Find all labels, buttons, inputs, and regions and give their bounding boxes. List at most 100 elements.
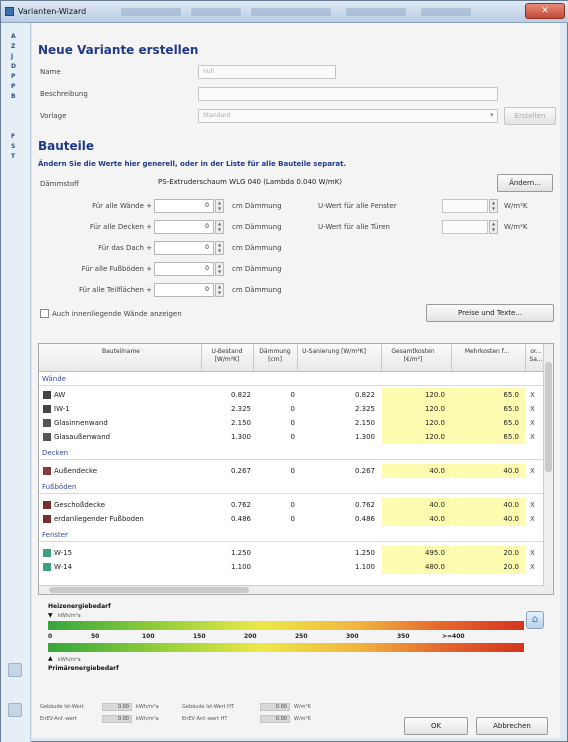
row-x[interactable]: X: [530, 467, 535, 475]
gesamtkosten[interactable]: 120.0: [383, 405, 445, 413]
col-gesamtkosten[interactable]: Gesamtkosten [€/m²]: [383, 348, 443, 364]
close-icon[interactable]: ✕: [525, 3, 565, 19]
aendern-button[interactable]: Ändern...: [497, 174, 553, 192]
mehrkosten[interactable]: 40.0: [453, 501, 519, 509]
ins-value[interactable]: 0: [154, 241, 214, 255]
mehrkosten[interactable]: 65.0: [453, 419, 519, 427]
col-u-bestand[interactable]: U-Bestand [W/m²K]: [203, 348, 251, 364]
group-fussboeden[interactable]: Fußböden: [42, 483, 76, 491]
spinner-arrows-icon[interactable]: ▲ ▼: [215, 241, 224, 255]
bauteil-color-swatch: [43, 405, 51, 413]
ok-button[interactable]: OK: [404, 717, 468, 735]
spinner-arrows-icon[interactable]: ▲ ▼: [489, 199, 498, 213]
daemmung[interactable]: 0: [255, 467, 295, 475]
title-blur: [121, 8, 181, 16]
col-mehrkosten[interactable]: Mehrkosten f...: [453, 348, 521, 356]
gesamtkosten[interactable]: 40.0: [383, 515, 445, 523]
gesamtkosten[interactable]: 480.0: [383, 563, 445, 571]
table-row[interactable]: W-14 1.100 1.100 480.0 20.0 X: [39, 560, 544, 574]
spinner-arrows-icon[interactable]: ▲ ▼: [215, 199, 224, 213]
daemmung[interactable]: 0: [255, 391, 295, 399]
table-row[interactable]: W-15 1.250 1.250 495.0 20.0 X: [39, 546, 544, 560]
u-bestand: 0.762: [230, 501, 251, 509]
row-x[interactable]: X: [530, 405, 535, 413]
group-waende[interactable]: Wände: [42, 375, 66, 383]
mehrkosten[interactable]: 40.0: [453, 515, 519, 523]
spinner-arrows-icon[interactable]: ▲ ▼: [489, 220, 498, 234]
strip-tool-icon[interactable]: [8, 703, 22, 717]
heizenergie-label: Heizenergiebedarf: [48, 603, 111, 610]
scroll-thumb[interactable]: [545, 362, 552, 472]
table-row[interactable]: IW-1 2.325 0 2.325 120.0 65.0 X: [39, 402, 544, 416]
mehrkosten[interactable]: 65.0: [453, 433, 519, 441]
table-row[interactable]: Geschoßdecke 0.762 0 0.762 40.0 40.0 X: [39, 498, 544, 512]
ins-value[interactable]: 0: [154, 199, 214, 213]
group-decken[interactable]: Decken: [42, 449, 68, 457]
ins-value[interactable]: 0: [154, 220, 214, 234]
vorlage-select[interactable]: Standard: [198, 109, 498, 123]
preise-button[interactable]: Preise und Texte...: [426, 304, 554, 322]
col-bauteilname[interactable]: Bauteilname: [43, 348, 199, 356]
gesamtkosten[interactable]: 120.0: [383, 433, 445, 441]
strip-tool-icon[interactable]: [8, 663, 22, 677]
spinner-arrows-icon[interactable]: ▲ ▼: [215, 220, 224, 234]
strip-letter: T: [11, 153, 16, 160]
mehrkosten[interactable]: 20.0: [453, 549, 519, 557]
uwert-tueren-field[interactable]: [442, 220, 488, 234]
horizontal-scrollbar[interactable]: [39, 585, 545, 594]
row-x[interactable]: X: [530, 433, 535, 441]
gesamtkosten[interactable]: 120.0: [383, 391, 445, 399]
table-row[interactable]: Außendecke 0.267 0 0.267 40.0 40.0 X: [39, 464, 544, 478]
daemmung[interactable]: 0: [255, 433, 295, 441]
group-fenster[interactable]: Fenster: [42, 531, 68, 539]
row-x[interactable]: X: [530, 391, 535, 399]
ins-value[interactable]: 0: [154, 283, 214, 297]
innenliegende-checkbox[interactable]: [40, 309, 49, 318]
chevron-down-icon[interactable]: ▾: [490, 111, 494, 119]
gesamtkosten[interactable]: 495.0: [383, 549, 445, 557]
spinner-arrows-icon[interactable]: ▲ ▼: [215, 262, 224, 276]
daemmung[interactable]: 0: [255, 501, 295, 509]
erstellen-button[interactable]: Erstellen: [504, 107, 556, 125]
daemmung[interactable]: 0: [255, 419, 295, 427]
beschreibung-field[interactable]: [198, 87, 498, 101]
u-bestand: 0.267: [230, 467, 251, 475]
gesamtkosten[interactable]: 120.0: [383, 419, 445, 427]
abbrechen-button[interactable]: Abbrechen: [476, 717, 548, 735]
u-bestand: 1.300: [230, 433, 251, 441]
spinner-arrows-icon[interactable]: ▲ ▼: [215, 283, 224, 297]
ins-value[interactable]: 0: [154, 262, 214, 276]
uwert-fenster-field[interactable]: [442, 199, 488, 213]
table-row[interactable]: Glasaußenwand 1.300 0 1.300 120.0 65.0 X: [39, 430, 544, 444]
vertical-scrollbar[interactable]: [543, 344, 553, 594]
daemmung[interactable]: 0: [255, 515, 295, 523]
scale-tick: 50: [91, 633, 100, 640]
mehrkosten[interactable]: 40.0: [453, 467, 519, 475]
mehrkosten[interactable]: 65.0: [453, 391, 519, 399]
building-icon[interactable]: ⌂: [526, 611, 544, 629]
mehrkosten[interactable]: 65.0: [453, 405, 519, 413]
row-x[interactable]: X: [530, 563, 535, 571]
daemmung[interactable]: 0: [255, 405, 295, 413]
col-daemmung[interactable]: Dämmung [cm]: [255, 348, 295, 364]
row-x[interactable]: X: [530, 549, 535, 557]
table-row[interactable]: AW 0.822 0 0.822 120.0 65.0 X: [39, 388, 544, 402]
col-u-sanierung[interactable]: U-Sanierung [W/m²K]: [299, 348, 369, 356]
scroll-thumb[interactable]: [49, 587, 249, 593]
scale-tick: 300: [346, 633, 359, 640]
name-field[interactable]: null: [198, 65, 336, 79]
gesamtkosten[interactable]: 40.0: [383, 501, 445, 509]
gesamtkosten[interactable]: 40.0: [383, 467, 445, 475]
col-sep: [451, 344, 452, 372]
heizenergie-gradient-bar: [48, 621, 524, 630]
row-x[interactable]: X: [530, 515, 535, 523]
mehrkosten[interactable]: 20.0: [453, 563, 519, 571]
row-x[interactable]: X: [530, 419, 535, 427]
heizenergie-unit: kWh/m²a: [58, 613, 81, 619]
col-sep: [525, 344, 526, 372]
footer-label: EnEV Anf.-wert HT: [182, 716, 228, 722]
col-sep: [253, 344, 254, 372]
table-row[interactable]: Glasinnenwand 2.150 0 2.150 120.0 65.0 X: [39, 416, 544, 430]
row-x[interactable]: X: [530, 501, 535, 509]
table-row[interactable]: erdanliegender Fußboden 0.486 0 0.486 40…: [39, 512, 544, 526]
